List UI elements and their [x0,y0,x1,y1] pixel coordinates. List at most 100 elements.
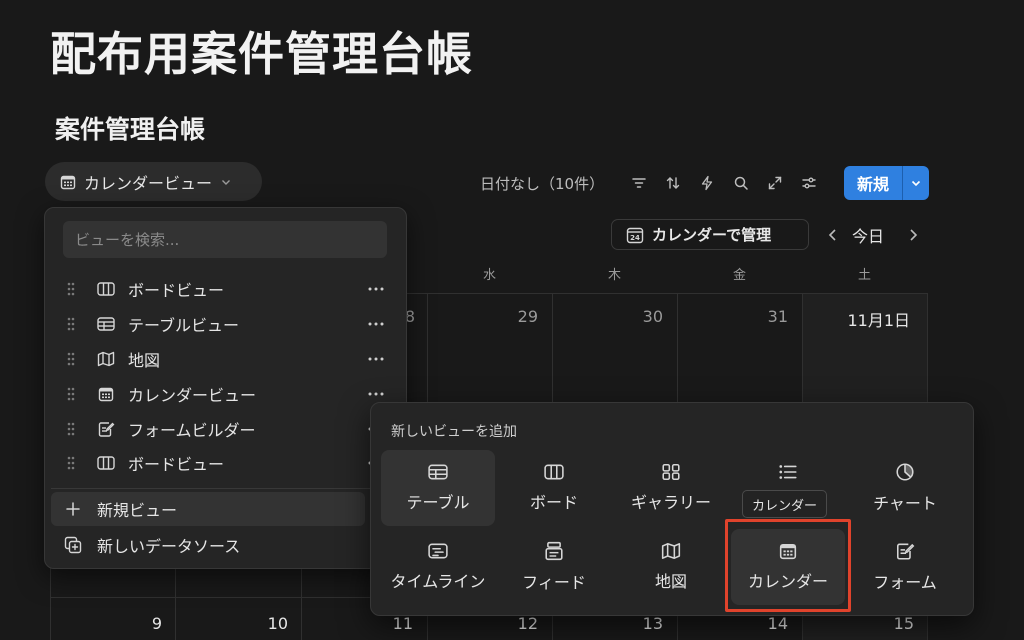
database-title: 案件管理台帳 [55,115,206,144]
view-search-input[interactable] [63,221,387,258]
calendar-date-icon: 24 [626,226,644,244]
view-menu-item-label: ボードビュー [128,455,225,474]
view-type-table[interactable]: テーブル [381,450,495,526]
chevron-right-icon[interactable] [902,222,924,248]
view-selector-button[interactable]: カレンダービュー [45,162,262,201]
view-selector-label: カレンダービュー [84,173,213,193]
add-view-panel: 新しいビューを追加 テーブル ボード ギャラリー チャート タイムライン フィー… [370,402,974,616]
view-menu-item[interactable]: カレンダービュー [59,377,389,411]
calendar-day[interactable]: 13 [553,614,663,633]
view-type-board[interactable]: ボード [497,450,611,526]
weekday-header: 金 [732,268,746,283]
view-menu-item[interactable]: ボードビュー [59,446,389,480]
view-type-label: テーブル [406,493,470,512]
no-date-button[interactable]: 日付なし（10件） [480,173,604,194]
sort-icon[interactable] [656,166,690,200]
manage-in-calendar-button[interactable]: 24 カレンダーで管理 [611,219,809,250]
view-type-form[interactable]: フォーム [848,529,962,605]
calendar-day[interactable]: 15 [804,614,914,633]
more-options-icon[interactable] [363,357,389,361]
weekday-header: 土 [857,268,871,283]
database-toolbar: 日付なし（10件） [480,166,826,200]
add-view-title: 新しいビューを追加 [391,424,517,440]
new-button-group: 新規 [844,166,929,200]
gallery-icon [661,463,681,481]
view-type-label: 地図 [654,572,687,591]
calendar-day-today[interactable]: 11月1日 [800,307,910,331]
view-type-label: チャート [873,494,937,513]
drag-handle-icon[interactable] [59,456,83,470]
view-type-timeline[interactable]: タイムライン [381,529,495,605]
new-data-source-label: 新しいデータソース [97,537,241,556]
more-options-icon[interactable] [363,322,389,326]
timeline-icon [428,542,448,560]
filter-icon[interactable] [622,166,656,200]
view-menu-item-label: ボードビュー [128,281,225,300]
form-icon [95,420,117,438]
chart-icon [895,462,915,482]
more-options-icon[interactable] [363,287,389,291]
calendar-day[interactable]: 12 [428,614,538,633]
expand-icon[interactable] [758,166,792,200]
drag-handle-icon[interactable] [59,352,83,366]
view-menu-item-label: フォームビルダー [128,421,256,440]
view-type-label: ボード [529,493,578,512]
view-menu-item[interactable]: フォームビルダー [59,412,389,446]
view-type-gallery[interactable]: ギャラリー [614,450,728,526]
weekday-header: 水 [482,268,496,283]
view-type-feed[interactable]: フィード [497,529,611,605]
board-icon [95,455,117,471]
drag-handle-icon[interactable] [59,387,83,401]
calendar-day[interactable]: 11 [303,614,413,633]
new-button[interactable]: 新規 [844,166,902,200]
weekday-header: 木 [607,268,621,283]
view-menu-item-label: 地図 [128,351,161,370]
new-data-source-button[interactable]: 新しいデータソース [51,528,365,562]
view-type-tooltip: カレンダー [742,490,828,518]
view-menu-item-label: カレンダービュー [128,386,257,405]
chevron-down-icon [220,176,232,188]
chevron-left-icon[interactable] [822,222,844,248]
list-icon [778,463,798,481]
feed-icon [545,541,563,561]
view-type-label: フォーム [873,573,937,592]
views-dropdown-menu: ボードビュー テーブルビュー 地図 カレンダービュー フォームビルダー ボードビ… [44,207,407,569]
calendar-day[interactable]: 14 [678,614,788,633]
manage-in-calendar-label: カレンダーで管理 [652,226,772,244]
calendar-icon [95,386,117,402]
view-menu-item[interactable]: ボードビュー [59,272,389,306]
view-menu-item[interactable]: テーブルビュー [59,307,389,341]
lightning-icon[interactable] [690,166,724,200]
drag-handle-icon[interactable] [59,282,83,296]
drag-handle-icon[interactable] [59,317,83,331]
more-options-icon[interactable] [363,392,389,396]
view-type-map[interactable]: 地図 [614,529,728,605]
view-type-label: ギャラリー [630,493,711,512]
drag-handle-icon[interactable] [59,422,83,436]
calendar-day[interactable]: 9 [52,614,162,633]
view-type-chart[interactable]: チャート [848,450,962,526]
table-icon [95,316,117,332]
calendar-day[interactable]: 10 [178,614,288,633]
calendar-badge-text: 24 [630,234,640,242]
board-icon [95,281,117,297]
search-icon[interactable] [724,166,758,200]
map-icon [661,542,681,560]
calendar-day[interactable]: 31 [678,307,788,326]
map-icon [95,351,117,367]
new-view-label: 新規ビュー [97,501,178,520]
page-title: 配布用案件管理台帳 [50,27,473,81]
plus-icon [63,501,83,517]
form-icon [895,541,915,561]
board-icon [544,463,564,481]
view-type-label: フィード [522,573,586,592]
calendar-day[interactable]: 30 [553,307,663,326]
view-menu-item[interactable]: 地図 [59,342,389,376]
new-view-button[interactable]: 新規ビュー [51,492,365,526]
settings-sliders-icon[interactable] [792,166,826,200]
new-dropdown-chevron-icon[interactable] [903,166,929,200]
calendar-icon [60,174,76,190]
calendar-day[interactable]: 29 [428,307,538,326]
today-button[interactable]: 今日 [852,222,884,248]
new-datasource-icon [63,536,83,554]
